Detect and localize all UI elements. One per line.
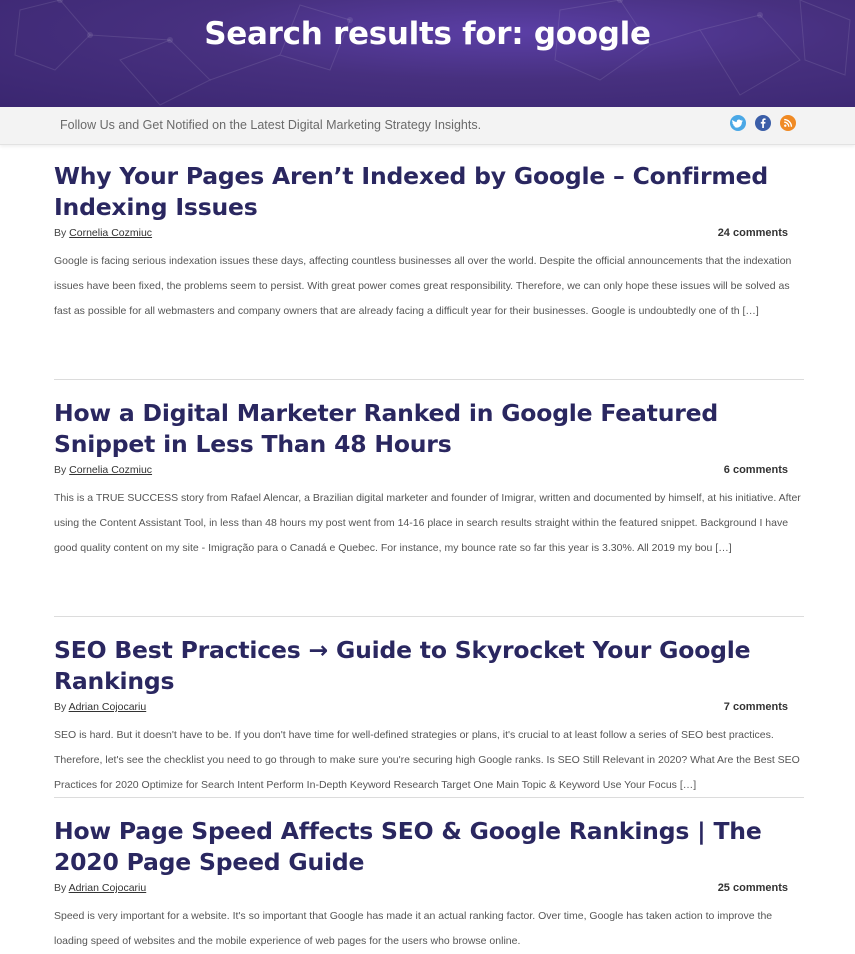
- comments-count-link[interactable]: 6 comments: [724, 464, 788, 476]
- post-title: How a Digital Marketer Ranked in Google …: [54, 398, 804, 460]
- post-title: Why Your Pages Aren’t Indexed by Google …: [54, 161, 804, 223]
- post-byline: By Cornelia Cozmiuc: [54, 227, 152, 239]
- post-excerpt: SEO is hard. But it doesn't have to be. …: [54, 729, 800, 791]
- search-result-post: Why Your Pages Aren’t Indexed by Google …: [54, 161, 804, 324]
- post-meta: By Adrian Cojocariu 7 comments: [54, 701, 804, 719]
- twitter-icon[interactable]: [730, 115, 746, 131]
- byline-prefix: By: [54, 882, 69, 894]
- post-title: How Page Speed Affects SEO & Google Rank…: [54, 816, 804, 878]
- byline-prefix: By: [54, 701, 69, 713]
- comments-count-link[interactable]: 7 comments: [724, 701, 788, 713]
- page-title: Search results for: google: [204, 16, 651, 52]
- search-result-post: How a Digital Marketer Ranked in Google …: [54, 398, 804, 561]
- search-results-header: Search results for: google: [0, 0, 855, 107]
- search-result-post: How Page Speed Affects SEO & Google Rank…: [54, 816, 804, 954]
- post-excerpt: This is a TRUE SUCCESS story from Rafael…: [54, 492, 801, 554]
- search-result-post: SEO Best Practices → Guide to Skyrocket …: [54, 635, 804, 798]
- post-excerpt: Google is facing serious indexation issu…: [54, 255, 792, 317]
- facebook-icon[interactable]: [755, 115, 771, 131]
- comments-count-link[interactable]: 24 comments: [718, 227, 788, 239]
- post-meta: By Cornelia Cozmiuc 24 comments: [54, 227, 804, 245]
- post-byline: By Adrian Cojocariu: [54, 882, 146, 894]
- byline-prefix: By: [54, 227, 70, 239]
- post-title-link[interactable]: How a Digital Marketer Ranked in Google …: [54, 399, 718, 458]
- post-title-link[interactable]: How Page Speed Affects SEO & Google Rank…: [54, 817, 762, 876]
- author-link[interactable]: Cornelia Cozmiuc: [69, 227, 152, 239]
- comments-count-link[interactable]: 25 comments: [718, 882, 788, 894]
- byline-prefix: By: [54, 464, 70, 476]
- post-title-link[interactable]: Why Your Pages Aren’t Indexed by Google …: [54, 162, 768, 221]
- author-link[interactable]: Adrian Cojocariu: [69, 701, 147, 713]
- post-title: SEO Best Practices → Guide to Skyrocket …: [54, 635, 804, 697]
- post-excerpt: Speed is very important for a website. I…: [54, 910, 773, 947]
- post-byline: By Adrian Cojocariu: [54, 701, 146, 713]
- post-meta: By Cornelia Cozmiuc 6 comments: [54, 464, 804, 482]
- post-divider: [54, 616, 804, 617]
- post-title-link[interactable]: SEO Best Practices → Guide to Skyrocket …: [54, 636, 751, 695]
- post-divider: [54, 379, 804, 380]
- follow-bar: Follow Us and Get Notified on the Latest…: [0, 107, 855, 145]
- rss-icon[interactable]: [780, 115, 796, 131]
- post-meta: By Adrian Cojocariu 25 comments: [54, 882, 804, 900]
- post-byline: By Cornelia Cozmiuc: [54, 464, 152, 476]
- follow-tagline: Follow Us and Get Notified on the Latest…: [60, 118, 482, 132]
- author-link[interactable]: Cornelia Cozmiuc: [69, 464, 152, 476]
- post-divider: [54, 797, 804, 798]
- author-link[interactable]: Adrian Cojocariu: [69, 882, 147, 894]
